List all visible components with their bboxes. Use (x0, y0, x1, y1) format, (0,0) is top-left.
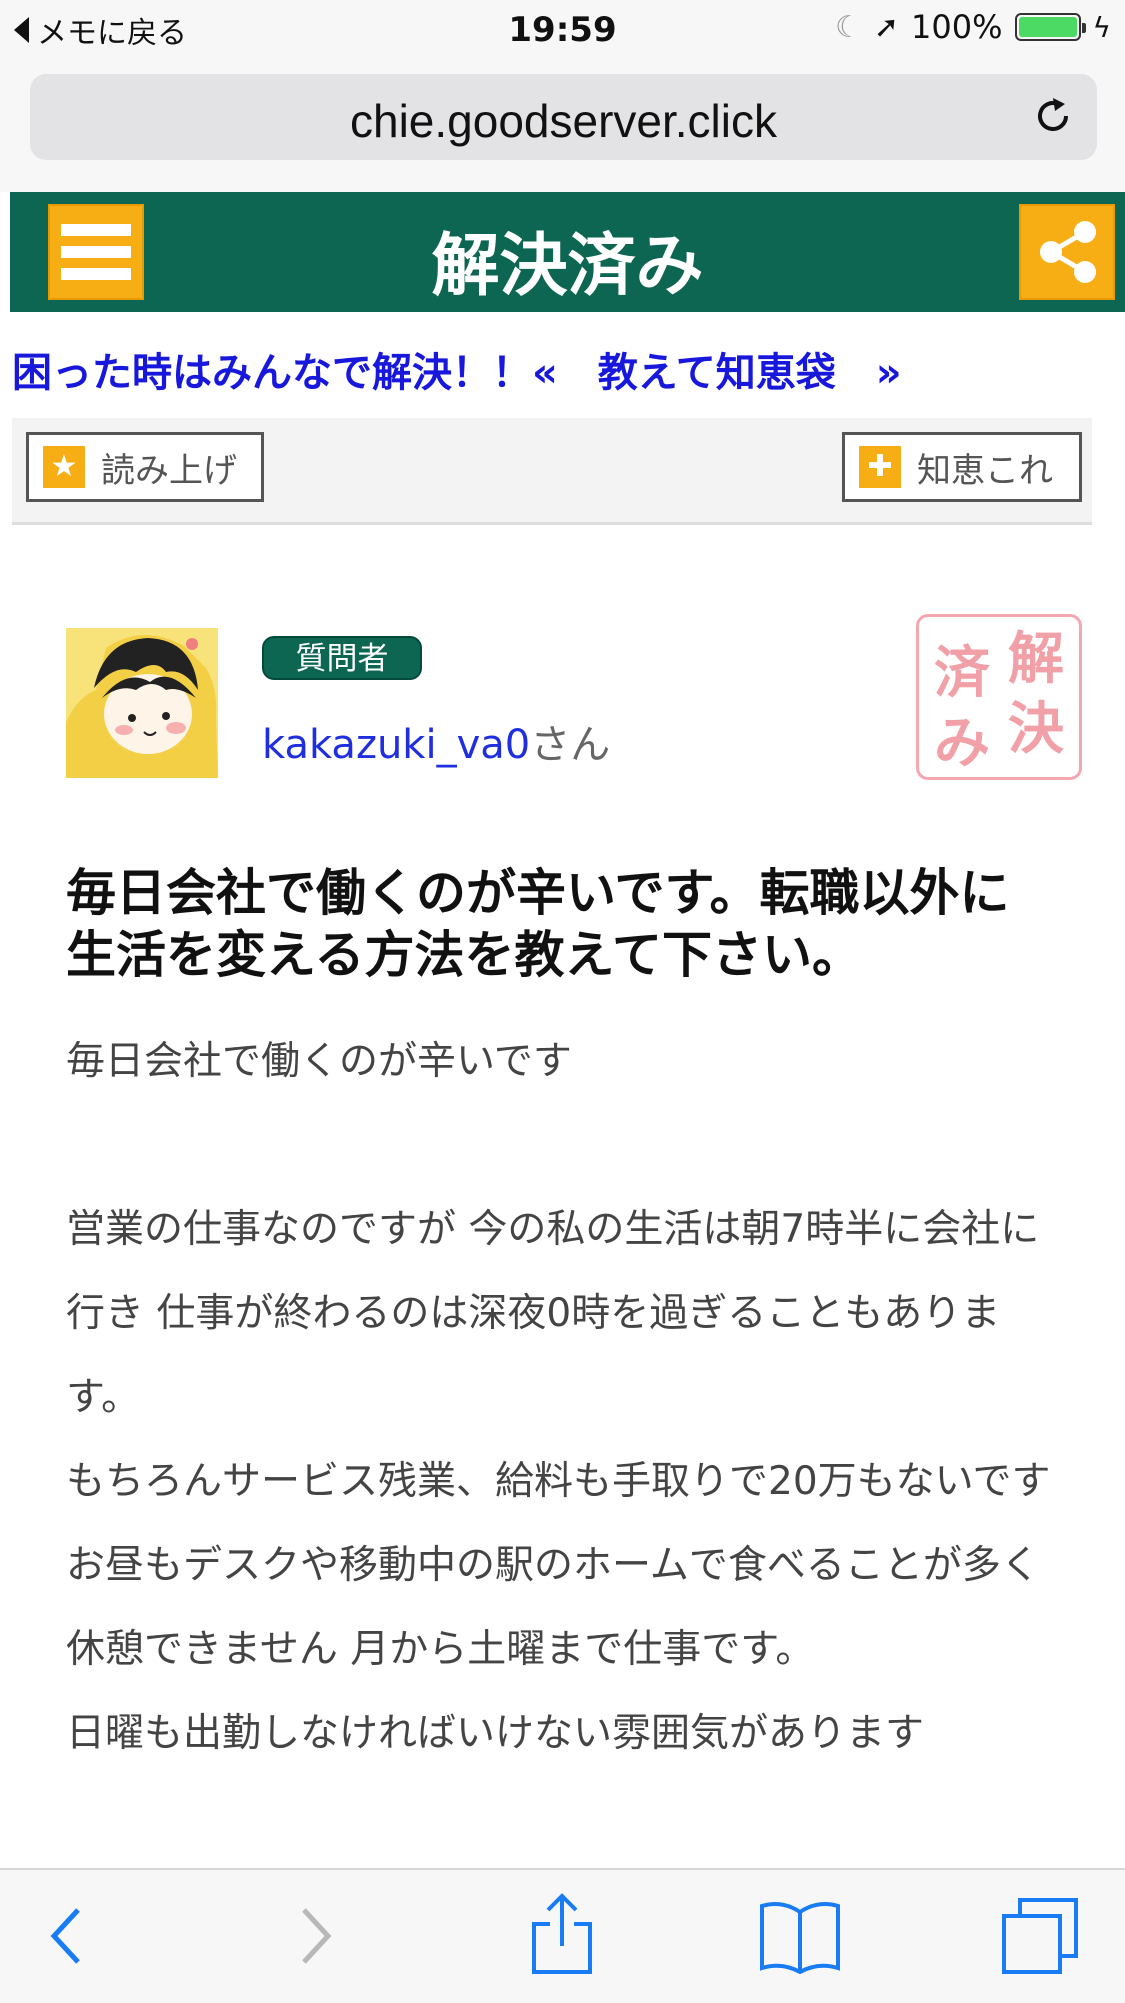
stamp-text-left: 済み (934, 641, 990, 776)
question-paragraph (66, 1104, 1066, 1188)
tagline-text: 困った時はみんなで解決！！ (12, 350, 532, 396)
chiebukuro-link[interactable]: « 教えて知恵袋 » (532, 350, 902, 396)
question-paragraph: 営業の仕事なのですが 今の私の生活は朝7時半に会社に行き 仕事が終わるのは深夜0… (66, 1207, 1040, 1420)
status-right-cluster: ☾ ➚ 100% ϟ (835, 8, 1111, 46)
resolved-stamp: 解決 済み (916, 614, 1082, 780)
question-body: 毎日会社で働くのが辛いです 営業の仕事なのですが 今の私の生活は朝7時半に会社に… (66, 1020, 1066, 1776)
asker-name: kakazuki_va0さん (262, 712, 610, 770)
site-tagline: 困った時はみんなで解決！！« 教えて知恵袋 » (12, 340, 902, 398)
status-bar: メモに戻る 19:59 ☾ ➚ 100% ϟ (0, 0, 1125, 62)
reload-icon[interactable] (1031, 94, 1075, 138)
avatar[interactable] (66, 628, 218, 778)
question-paragraph: もちろんサービス残業、給料も手取りで20万もないです (66, 1459, 1051, 1504)
plus-icon: ✚ (859, 446, 901, 488)
read-aloud-label: 読み上げ (101, 450, 237, 491)
battery-icon (1014, 13, 1086, 41)
star-icon: ★ (43, 446, 85, 488)
asker-username-link[interactable]: kakazuki_va0 (262, 722, 530, 768)
bookmarks-icon[interactable] (758, 1898, 842, 1974)
do-not-disturb-icon: ☾ (834, 9, 862, 45)
link-suffix: » (861, 350, 902, 396)
question-paragraph: 毎日会社で働くのが辛いです (66, 1039, 572, 1084)
address-url[interactable]: chie.goodserver.click (30, 94, 1097, 148)
tabs-icon[interactable] (1000, 1896, 1080, 1976)
chie-kore-label: 知恵これ (917, 450, 1053, 491)
share-button[interactable] (1019, 204, 1115, 300)
chiebukuro-link-label: 教えて知恵袋 (597, 350, 836, 396)
site-header: 解決済み (10, 192, 1125, 312)
link-prefix: « (532, 350, 572, 396)
page-title: 解決済み (431, 227, 704, 306)
action-toolbar: ★ 読み上げ ✚ 知恵これ (12, 418, 1092, 525)
question-paragraph: 日曜も出勤しなければいけない雰囲気があります (66, 1711, 925, 1756)
question-paragraph: お昼もデスクや移動中の駅のホームで食べることが多く休憩できません 月から土曜まで… (66, 1543, 1040, 1672)
forward-arrow-icon[interactable] (296, 1904, 336, 1968)
share-nodes-icon (1040, 221, 1096, 283)
read-aloud-button[interactable]: ★ 読み上げ (26, 432, 264, 502)
asker-badge: 質問者 (262, 636, 422, 680)
chie-kore-button[interactable]: ✚ 知恵これ (842, 432, 1082, 502)
stamp-text-right: 解決 (1008, 627, 1064, 762)
location-arrow-icon: ➚ (873, 9, 900, 45)
address-bar[interactable]: chie.goodserver.click (30, 74, 1097, 160)
asker-honorific: さん (530, 722, 611, 768)
back-arrow-icon[interactable] (46, 1904, 86, 1968)
charging-bolt-icon: ϟ (1092, 10, 1111, 44)
share-icon[interactable] (530, 1892, 594, 1976)
battery-percent: 100% (911, 8, 1003, 46)
browser-bottom-toolbar (0, 1868, 1125, 2003)
question-title: 毎日会社で働くのが辛いです。転職以外に生活を変える方法を教えて下さい。 (66, 864, 1010, 984)
browser-address-area: chie.goodserver.click (0, 62, 1125, 192)
